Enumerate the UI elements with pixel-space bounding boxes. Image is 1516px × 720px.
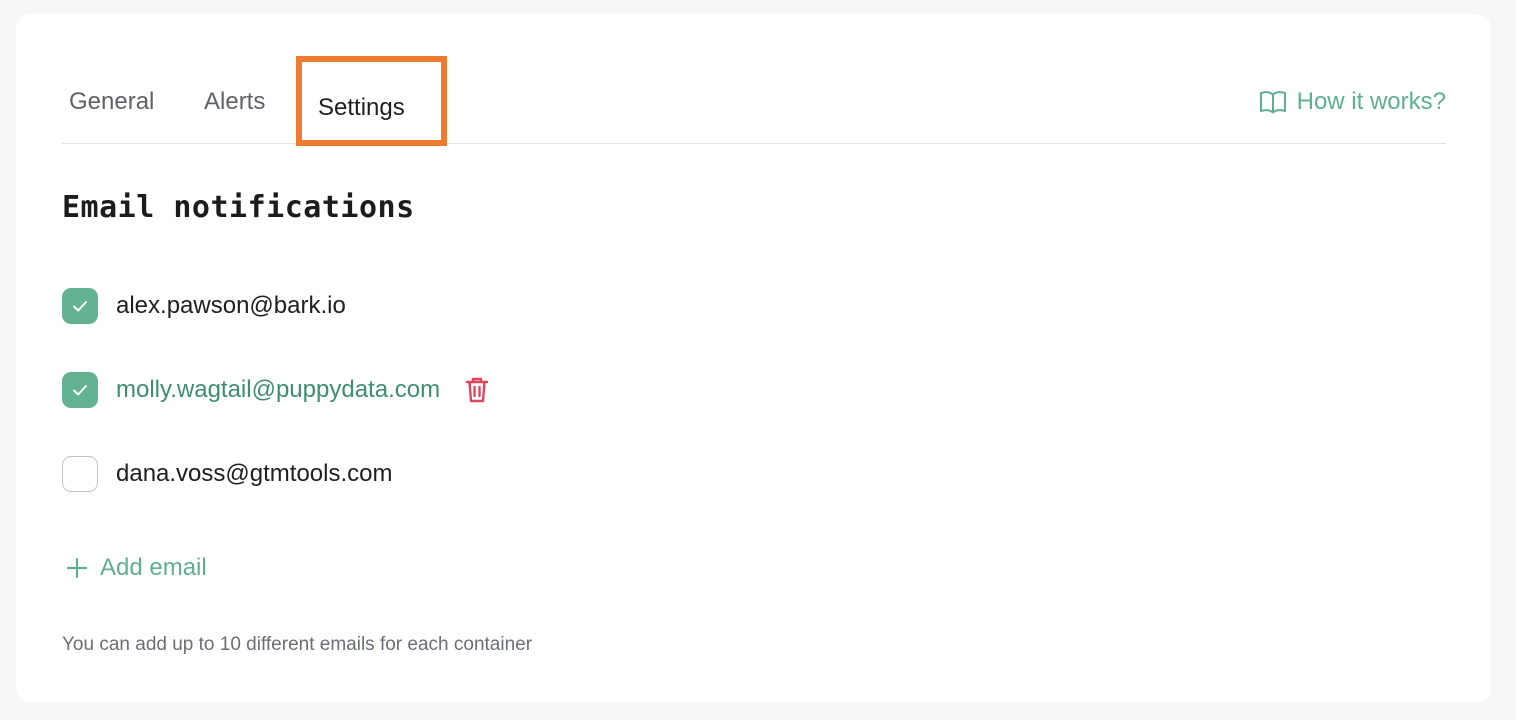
how-it-works-label: How it works? [1296, 88, 1446, 115]
plus-icon [66, 557, 88, 579]
email-row: alex.pawson@bark.io [62, 286, 346, 326]
add-email-label: Add email [100, 554, 207, 581]
tab-general[interactable]: General [69, 88, 154, 116]
checkmark-icon [73, 301, 87, 312]
email-row: molly.wagtail@puppydata.com [62, 370, 490, 410]
book-icon [1259, 91, 1286, 114]
how-it-works-link[interactable]: How it works? [1259, 88, 1446, 116]
tab-settings[interactable]: Settings [296, 56, 447, 146]
section-title: Email notifications [62, 190, 415, 225]
email-address: alex.pawson@bark.io [116, 292, 346, 319]
email-address: molly.wagtail@puppydata.com [116, 376, 441, 403]
tab-settings-label: Settings [318, 94, 405, 121]
email-checkbox[interactable] [62, 456, 98, 492]
settings-card: General Alerts Settings How it works? Em… [16, 14, 1491, 702]
add-email-button[interactable]: Add email [66, 554, 207, 582]
email-row: dana.voss@gtmtools.com [62, 454, 392, 494]
trash-icon[interactable] [464, 376, 490, 404]
email-limit-hint: You can add up to 10 different emails fo… [62, 634, 533, 655]
email-address: dana.voss@gtmtools.com [116, 460, 393, 487]
email-checkbox[interactable] [62, 372, 98, 408]
tab-bar: General Alerts Settings How it works? [62, 56, 1446, 146]
email-checkbox[interactable] [62, 288, 98, 324]
checkmark-icon [73, 385, 87, 396]
tab-alerts[interactable]: Alerts [204, 88, 265, 116]
